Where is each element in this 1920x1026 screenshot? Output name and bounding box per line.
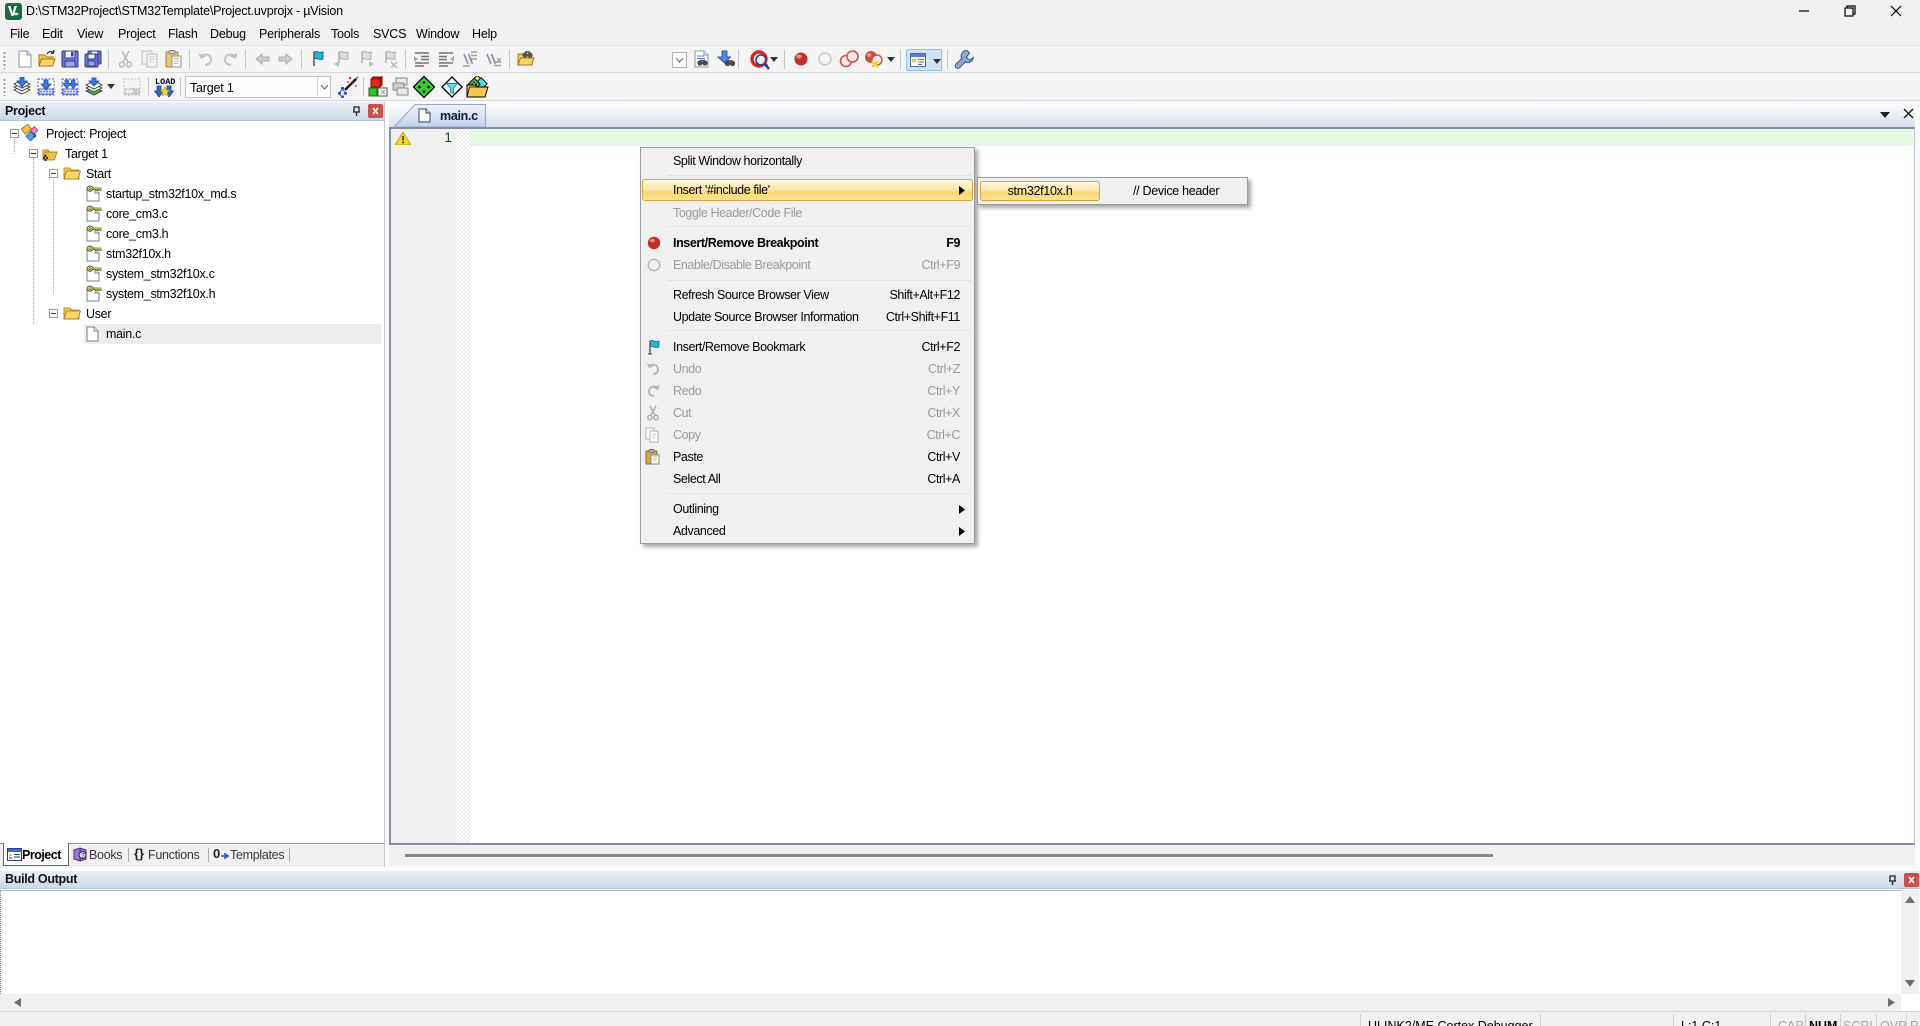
svg-text:LOAD: LOAD [155,77,175,87]
svg-text:?: ? [81,853,85,860]
